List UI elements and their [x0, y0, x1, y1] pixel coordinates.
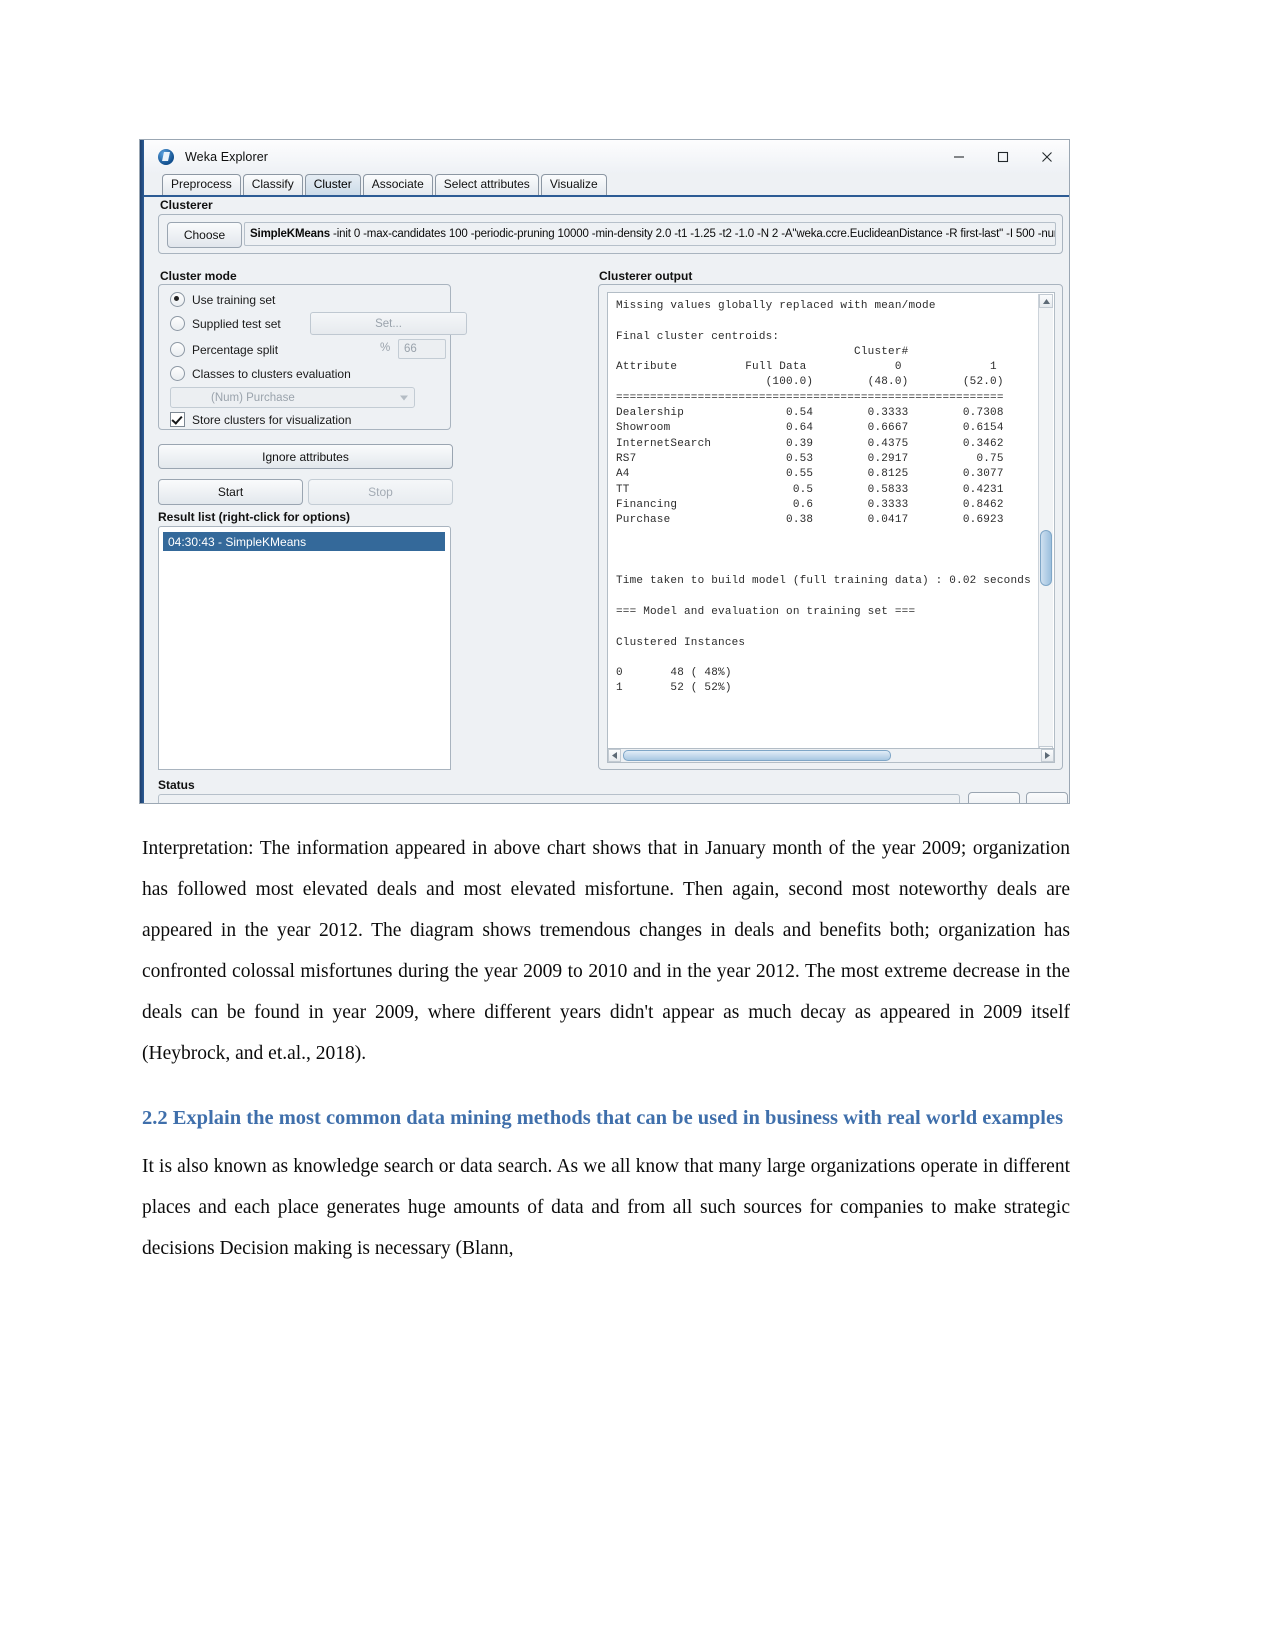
tab-select-attributes[interactable]: Select attributes	[434, 174, 539, 195]
percent-sign-label: %	[380, 342, 391, 354]
radio-use-training-set[interactable]: Use training set	[170, 292, 275, 307]
scroll-up-icon[interactable]	[1039, 294, 1053, 308]
radio-label-supplied-test-set: Supplied test set	[192, 316, 281, 331]
radio-supplied-test-set[interactable]: Supplied test set	[170, 316, 281, 331]
clusterer-output-label: Clusterer output	[599, 269, 693, 283]
choose-button[interactable]: Choose	[167, 222, 242, 248]
scroll-left-icon[interactable]	[608, 749, 621, 762]
store-clusters-label: Store clusters for visualization	[192, 412, 352, 427]
status-field	[158, 794, 960, 803]
stop-button: Stop	[308, 479, 453, 505]
section-heading-2-2: 2.2 Explain the most common data mining …	[142, 1107, 1064, 1129]
start-button[interactable]: Start	[158, 479, 303, 505]
maximize-icon[interactable]	[981, 142, 1025, 172]
document-page: Weka Explorer Preprocess Classify Cluste…	[0, 0, 1275, 1651]
output-vertical-scrollbar[interactable]	[1038, 294, 1053, 760]
clusterer-output-textarea[interactable]: Missing values globally replaced with me…	[607, 292, 1055, 762]
tab-preprocess[interactable]: Preprocess	[162, 174, 241, 195]
weka-explorer-window: Weka Explorer Preprocess Classify Cluste…	[139, 139, 1070, 804]
checkbox-icon-checked	[170, 412, 185, 427]
status-label: Status	[158, 778, 195, 792]
radio-label-classes-to-clusters: Classes to clusters evaluation	[192, 366, 351, 381]
tab-visualize[interactable]: Visualize	[540, 174, 607, 195]
clusterer-scheme-options: -init 0 -max-candidates 100 -periodic-pr…	[333, 228, 1056, 240]
result-list-label: Result list (right-click for options)	[158, 510, 351, 524]
list-item[interactable]: 04:30:43 - SimpleKMeans	[163, 532, 445, 551]
result-list-panel[interactable]	[158, 526, 451, 770]
window-left-accent	[140, 140, 144, 803]
horizontal-scroll-thumb[interactable]	[623, 750, 891, 761]
weka-bird-icon	[158, 148, 174, 165]
scroll-right-icon[interactable]	[1041, 749, 1054, 762]
radio-classes-to-clusters[interactable]: Classes to clusters evaluation	[170, 366, 351, 381]
main-tabstrip: Preprocess Classify Cluster Associate Se…	[144, 173, 1069, 195]
class-attribute-combo[interactable]: (Num) Purchase	[170, 387, 415, 408]
radio-icon-selected	[170, 292, 185, 307]
radio-percentage-split[interactable]: Percentage split	[170, 342, 278, 357]
minimize-icon[interactable]	[937, 142, 981, 172]
window-controls	[937, 142, 1069, 172]
radio-icon	[170, 316, 185, 331]
close-icon[interactable]	[1025, 142, 1069, 172]
tab-underline	[144, 195, 1069, 197]
output-horizontal-scrollbar[interactable]	[607, 748, 1055, 763]
radio-label-use-training-set: Use training set	[192, 292, 276, 307]
class-attribute-value: (Num) Purchase	[211, 391, 295, 404]
set-button[interactable]: Set...	[310, 312, 467, 335]
checkbox-store-clusters[interactable]: Store clusters for visualization	[170, 412, 351, 427]
body-paragraph-2: It is also known as knowledge search or …	[142, 1156, 1070, 1259]
clusterer-output-text: Missing values globally replaced with me…	[616, 300, 1031, 695]
clusterer-section-label: Clusterer	[160, 198, 213, 212]
window-title: Weka Explorer	[185, 149, 269, 164]
interpretation-paragraph: Interpretation: The information appeared…	[142, 838, 1070, 1064]
log-button[interactable]	[968, 792, 1020, 803]
radio-label-percentage-split: Percentage split	[192, 342, 279, 357]
chevron-down-icon	[400, 395, 408, 400]
clusterer-command-line[interactable]: SimpleKMeans -init 0 -max-candidates 100 …	[244, 222, 1056, 246]
cluster-mode-label: Cluster mode	[160, 269, 237, 283]
window-titlebar[interactable]: Weka Explorer	[144, 140, 1069, 173]
tab-classify[interactable]: Classify	[242, 174, 303, 195]
vertical-scroll-thumb[interactable]	[1040, 530, 1052, 586]
radio-icon	[170, 342, 185, 357]
document-body: Interpretation: The information appeared…	[142, 828, 1070, 1269]
ignore-attributes-button[interactable]: Ignore attributes	[158, 444, 453, 469]
clusterer-scheme-name: SimpleKMeans	[250, 228, 331, 240]
percentage-split-input[interactable]: 66	[398, 339, 446, 359]
tab-cluster[interactable]: Cluster	[304, 174, 361, 195]
radio-icon	[170, 366, 185, 381]
weka-status-icon[interactable]	[1026, 792, 1068, 803]
tab-associate[interactable]: Associate	[362, 174, 433, 195]
